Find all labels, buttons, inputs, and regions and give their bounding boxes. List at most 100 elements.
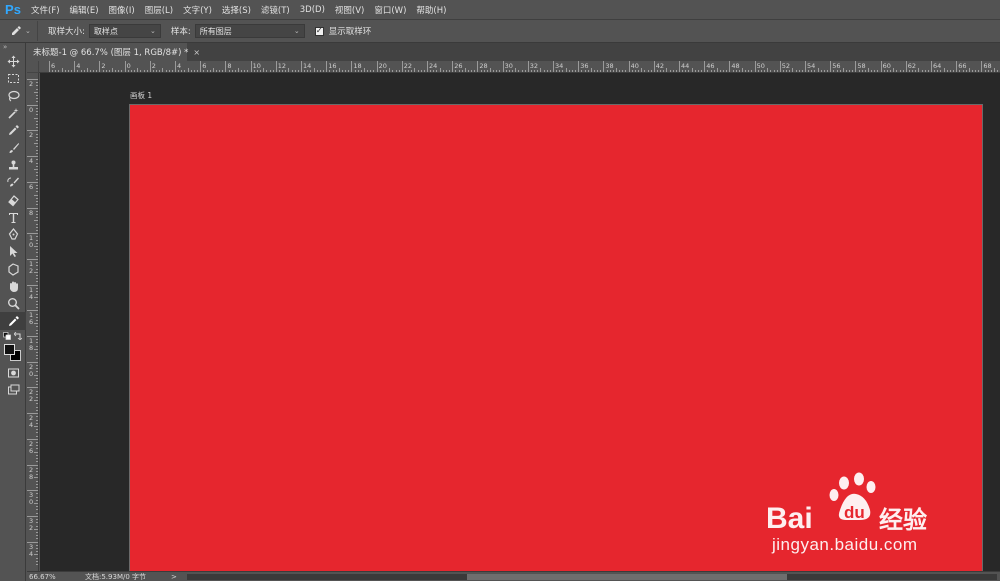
ruler-tick-label: 8 <box>29 208 34 217</box>
zoom-level[interactable]: 66.67% <box>27 573 71 581</box>
eyedropper-tool[interactable] <box>0 312 26 330</box>
ruler-tick-label: 4 <box>29 421 34 430</box>
document-tab[interactable]: 未标题-1 @ 66.7% (图层 1, RGB/8#) * × <box>27 43 200 61</box>
screen-mode-button[interactable] <box>0 381 26 398</box>
horizontal-scrollbar[interactable] <box>187 574 997 580</box>
horizontal-ruler[interactable]: 6 4 2 0 2 4 6 8 10 12 14 16 18 20 22 24 26 28 30 32 34 36 38 40… <box>39 61 1000 73</box>
ruler-tick <box>36 249 38 251</box>
quick-selection-tool[interactable] <box>0 105 26 122</box>
ruler-tick <box>36 175 38 177</box>
artboard-label[interactable]: 画板 1 <box>130 90 152 101</box>
zoom-tool[interactable] <box>0 295 26 312</box>
menu-image[interactable]: 图像(I) <box>104 4 140 16</box>
ruler-tick-label: 18 <box>353 62 362 70</box>
crop-tool[interactable] <box>0 122 26 139</box>
ruler-tick <box>36 519 38 521</box>
ruler-tick <box>36 210 38 212</box>
ruler-tick <box>36 470 38 472</box>
menu-file[interactable]: 文件(F) <box>26 4 65 16</box>
scrollbar-thumb[interactable] <box>467 574 787 580</box>
marquee-tool[interactable] <box>0 70 26 87</box>
ruler-origin[interactable] <box>27 61 39 73</box>
ruler-tick <box>36 287 38 289</box>
chevron-down-icon: ⌄ <box>25 27 31 35</box>
menu-window[interactable]: 窗口(W) <box>369 4 411 16</box>
lasso-tool[interactable] <box>0 88 26 105</box>
ruler-tick-label: 20 <box>378 62 387 70</box>
menu-type[interactable]: 文字(Y) <box>178 4 217 16</box>
menu-filter[interactable]: 滤镜(T) <box>256 4 295 16</box>
close-icon[interactable]: × <box>193 48 200 57</box>
path-selection-tool[interactable] <box>0 243 26 260</box>
ruler-tick <box>34 168 38 170</box>
hand-tool[interactable] <box>0 278 26 295</box>
tool-preset-picker[interactable]: ⌄ <box>0 21 38 41</box>
pen-icon <box>8 228 18 240</box>
ruler-tick <box>99 61 101 72</box>
eyedropper-icon <box>8 315 19 326</box>
ruler-tick-label: 4 <box>29 157 34 166</box>
ruler-tick <box>502 61 504 72</box>
menu-help[interactable]: 帮助(H) <box>411 4 451 16</box>
ruler-tick <box>27 438 38 440</box>
collapse-toolbar-icon[interactable]: » <box>0 43 25 53</box>
sample-select[interactable]: 所有图层 ⌄ <box>194 24 305 38</box>
menu-view[interactable]: 视图(V) <box>330 4 369 16</box>
ruler-tick-label: 8 <box>29 344 34 352</box>
ruler-tick-label: 30 <box>504 62 513 70</box>
brush-tool[interactable] <box>0 139 26 156</box>
history-brush-tool[interactable] <box>0 174 26 191</box>
pen-tool[interactable] <box>0 226 26 243</box>
ruler-tick-label: 6 <box>202 62 207 70</box>
ruler-tick <box>36 236 38 238</box>
quick-mask-button[interactable] <box>0 364 26 381</box>
ruler-tick <box>679 61 680 72</box>
status-menu-arrow[interactable]: > <box>171 573 187 581</box>
vertical-ruler[interactable]: 20246810121416182022242628303234 <box>27 73 39 571</box>
ruler-tick <box>149 61 151 72</box>
watermark-jingyan: 经验 <box>879 506 927 534</box>
ruler-tick-label: 64 <box>933 62 942 70</box>
ruler-tick <box>27 79 38 80</box>
ruler-tick <box>34 528 38 530</box>
options-bar: ⌄ 取样大小: 取样点 ⌄ 样本: 所有图层 ⌄ ✓ 显示取样环 <box>0 19 1000 43</box>
ruler-tick <box>36 226 38 228</box>
clone-stamp-tool[interactable] <box>0 157 26 174</box>
ruler-tick <box>36 538 38 540</box>
document-info[interactable]: 文档:5.93M/0 字节 <box>71 572 171 581</box>
menu-layer[interactable]: 图层(L) <box>140 4 178 16</box>
ruler-tick <box>36 149 38 151</box>
ruler-tick <box>754 61 756 72</box>
menu-edit[interactable]: 编辑(E) <box>65 4 104 16</box>
type-tool[interactable] <box>0 209 26 226</box>
ruler-tick-label: 16 <box>328 62 337 70</box>
menu-3d[interactable]: 3D(D) <box>295 5 330 15</box>
sample-size-select[interactable]: 取样点 ⌄ <box>88 24 161 38</box>
eraser-tool[interactable] <box>0 191 26 208</box>
ruler-tick <box>36 316 38 318</box>
swap-colors-icon[interactable] <box>14 331 22 340</box>
show-sampling-ring-checkbox[interactable]: ✓ <box>314 26 324 36</box>
ruler-tick-label: 32 <box>529 62 539 70</box>
magic-wand-icon <box>7 108 18 119</box>
brush-icon <box>9 142 19 153</box>
foreground-color-swatch[interactable] <box>4 343 15 355</box>
ruler-tick <box>275 61 277 72</box>
screen-mode-icon <box>7 384 19 395</box>
menu-select[interactable]: 选择(S) <box>217 4 256 16</box>
ruler-tick-label: 38 <box>605 62 614 70</box>
default-colors-icon[interactable] <box>3 331 11 340</box>
ruler-tick <box>36 213 38 215</box>
ruler-tick <box>981 61 983 72</box>
move-tool[interactable] <box>0 53 26 70</box>
ruler-tick <box>36 535 38 537</box>
ruler-tick <box>27 361 38 363</box>
ruler-tick <box>452 61 454 72</box>
ruler-tick <box>36 133 38 135</box>
baidu-jingyan-watermark: Bai 经验 du jingyan.baidu.com <box>760 470 960 560</box>
shape-tool[interactable] <box>0 261 26 278</box>
ruler-tick <box>36 364 38 366</box>
sample-value: 所有图层 <box>199 26 232 36</box>
ruler-tick <box>805 61 806 72</box>
ruler-tick <box>36 409 38 411</box>
